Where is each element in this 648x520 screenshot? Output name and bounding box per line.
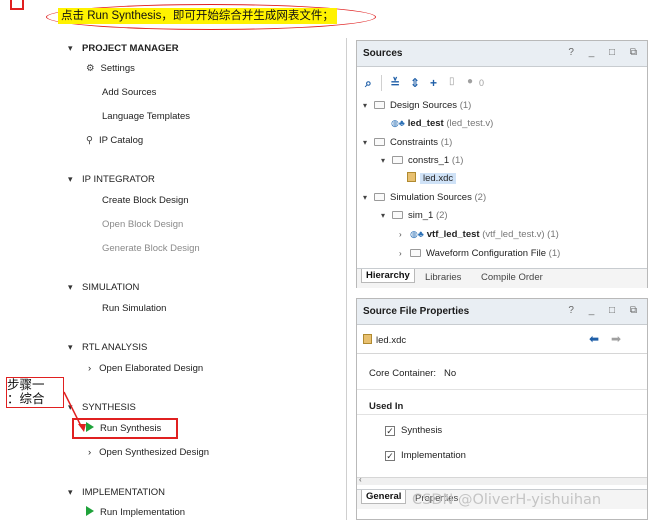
chevron-down-icon: ▾ (363, 138, 368, 147)
chevron-down-icon: ▾ (68, 43, 73, 53)
used-in-synthesis[interactable]: ✓ Synthesis (385, 424, 442, 437)
folder-icon (410, 249, 421, 257)
core-container-row: Core Container: No (369, 368, 457, 379)
tree-design-sources[interactable]: ▾ Design Sources (1) (363, 99, 471, 112)
back-arrow-icon[interactable]: ⬅ (589, 332, 599, 346)
properties-panel: Source File Properties ? _ □ ⧉ led.xdc ⬅… (356, 298, 648, 520)
nav-create-block-design[interactable]: Create Block Design (102, 194, 189, 208)
forward-arrow-icon[interactable]: ➡ (611, 332, 621, 346)
annotation-red-box (10, 0, 24, 10)
chevron-down-icon: ▾ (68, 487, 73, 497)
properties-panel-title: Source File Properties (363, 306, 470, 317)
panel-divider[interactable] (346, 38, 347, 520)
horizontal-scrollbar[interactable]: ‹ (357, 475, 647, 485)
tree-constraints[interactable]: ▾ Constraints (1) (363, 136, 452, 149)
tree-led-test[interactable]: ◍♣ led_test (led_test.v) (391, 117, 493, 130)
xdc-file-icon (363, 334, 372, 344)
watermark: CSDN @OliverH-yishuihan (412, 492, 602, 508)
search-icon[interactable]: ⌕ (365, 76, 372, 91)
tree-led-xdc[interactable]: led.xdc (407, 172, 457, 185)
chevron-down-icon: ▾ (68, 342, 73, 352)
chevron-down-icon: ▾ (68, 174, 73, 184)
gear-icon: ⚙ (86, 63, 95, 74)
sources-panel-header: Sources ? _ □ ⧉ (357, 41, 647, 67)
module-icon: ◍♣ (410, 229, 424, 239)
tab-compile-order[interactable]: Compile Order (481, 272, 543, 283)
properties-file-name: led.xdc (363, 334, 406, 347)
nav-language-templates[interactable]: Language Templates (102, 110, 190, 124)
nav-add-sources[interactable]: Add Sources (102, 86, 156, 100)
module-icon: ◍♣ (391, 118, 405, 128)
tab-general[interactable]: General (361, 490, 407, 504)
panel-window-controls[interactable]: ? _ □ ⧉ (568, 47, 643, 58)
separator (357, 414, 647, 415)
nav-ip-catalog[interactable]: ⚲ IP Catalog (86, 134, 143, 148)
tab-hierarchy[interactable]: Hierarchy (361, 269, 415, 283)
chevron-right-icon: › (88, 363, 92, 374)
chevron-right-icon: › (399, 249, 402, 258)
folder-icon (374, 193, 385, 201)
sources-tab-bar: Hierarchy Libraries Compile Order (357, 268, 647, 288)
add-icon[interactable]: + (430, 76, 437, 90)
chevron-right-icon: › (88, 447, 92, 458)
run-play-icon (86, 506, 94, 516)
chevron-right-icon: › (399, 230, 402, 239)
chevron-down-icon: ▾ (381, 211, 386, 220)
tree-constrs-1[interactable]: ▾ constrs_1 (1) (381, 154, 463, 167)
tree-waveform-config[interactable]: › Waveform Configuration File (1) (399, 247, 560, 260)
sources-panel-title: Sources (363, 48, 403, 59)
file-icon[interactable]: ▯ (449, 76, 455, 87)
folder-icon (374, 101, 385, 109)
tab-libraries[interactable]: Libraries (425, 272, 461, 283)
status-dot-icon: ● (467, 76, 474, 87)
nav-open-elaborated-design[interactable]: › Open Elaborated Design (88, 362, 203, 376)
checkbox-checked-icon[interactable]: ✓ (385, 426, 395, 436)
tree-vtf-led-test[interactable]: › ◍♣ vtf_led_test (vtf_led_test.v) (1) (399, 228, 559, 241)
separator (357, 353, 647, 354)
chevron-down-icon: ▾ (68, 282, 73, 292)
properties-panel-header: Source File Properties ? _ □ ⧉ (357, 299, 647, 325)
section-simulation[interactable]: ▾ SIMULATION (68, 280, 139, 295)
annotation-top-note: 点击 Run Synthesis，即可开始综合并生成网表文件； (58, 8, 337, 24)
folder-icon (392, 211, 403, 219)
tree-sim-1[interactable]: ▾ sim_1 (2) (381, 209, 448, 222)
nav-run-implementation[interactable]: Run Implementation (86, 506, 185, 520)
toolbar-separator (381, 75, 382, 91)
scroll-left-icon[interactable]: ‹ (359, 475, 362, 484)
ip-plug-icon: ⚲ (86, 135, 93, 146)
chevron-down-icon: ▾ (381, 156, 386, 165)
sources-panel: Sources ? _ □ ⧉ ⌕ ≚ ⇕ + ▯ ● 0 ▾ Design So… (356, 40, 648, 288)
used-in-implementation[interactable]: ✓ Implementation (385, 449, 466, 462)
tree-simulation-sources[interactable]: ▾ Simulation Sources (2) (363, 191, 486, 204)
panel-window-controls[interactable]: ? _ □ ⧉ (568, 305, 643, 316)
folder-icon (374, 138, 385, 146)
xdc-file-icon (407, 172, 416, 182)
collapse-all-icon[interactable]: ≚ (390, 76, 400, 90)
nav-generate-block-design[interactable]: Generate Block Design (102, 242, 200, 256)
section-rtl-analysis[interactable]: ▾ RTL ANALYSIS (68, 340, 147, 355)
status-count: 0 (479, 78, 485, 88)
folder-icon (392, 156, 403, 164)
checkbox-checked-icon[interactable]: ✓ (385, 451, 395, 461)
annotation-step-label: 步骤一 ：综合 (7, 378, 45, 406)
section-implementation[interactable]: ▾ IMPLEMENTATION (68, 485, 165, 500)
chevron-down-icon: ▾ (363, 193, 368, 202)
nav-open-block-design[interactable]: Open Block Design (102, 218, 183, 232)
used-in-heading: Used In (369, 401, 404, 412)
annotation-run-synthesis-box (72, 418, 178, 439)
chevron-down-icon: ▾ (363, 101, 368, 110)
section-project-manager[interactable]: ▾ PROJECT MANAGER (68, 41, 179, 56)
section-ip-integrator[interactable]: ▾ IP INTEGRATOR (68, 172, 155, 187)
section-synthesis[interactable]: ▾ SYNTHESIS (68, 400, 136, 415)
nav-settings[interactable]: ⚙ Settings (86, 62, 135, 76)
nav-open-synthesized-design[interactable]: › Open Synthesized Design (88, 446, 209, 460)
expand-all-icon[interactable]: ⇕ (410, 76, 420, 90)
separator (357, 389, 647, 390)
nav-run-simulation[interactable]: Run Simulation (102, 302, 166, 316)
chevron-down-icon: ▾ (68, 402, 73, 412)
